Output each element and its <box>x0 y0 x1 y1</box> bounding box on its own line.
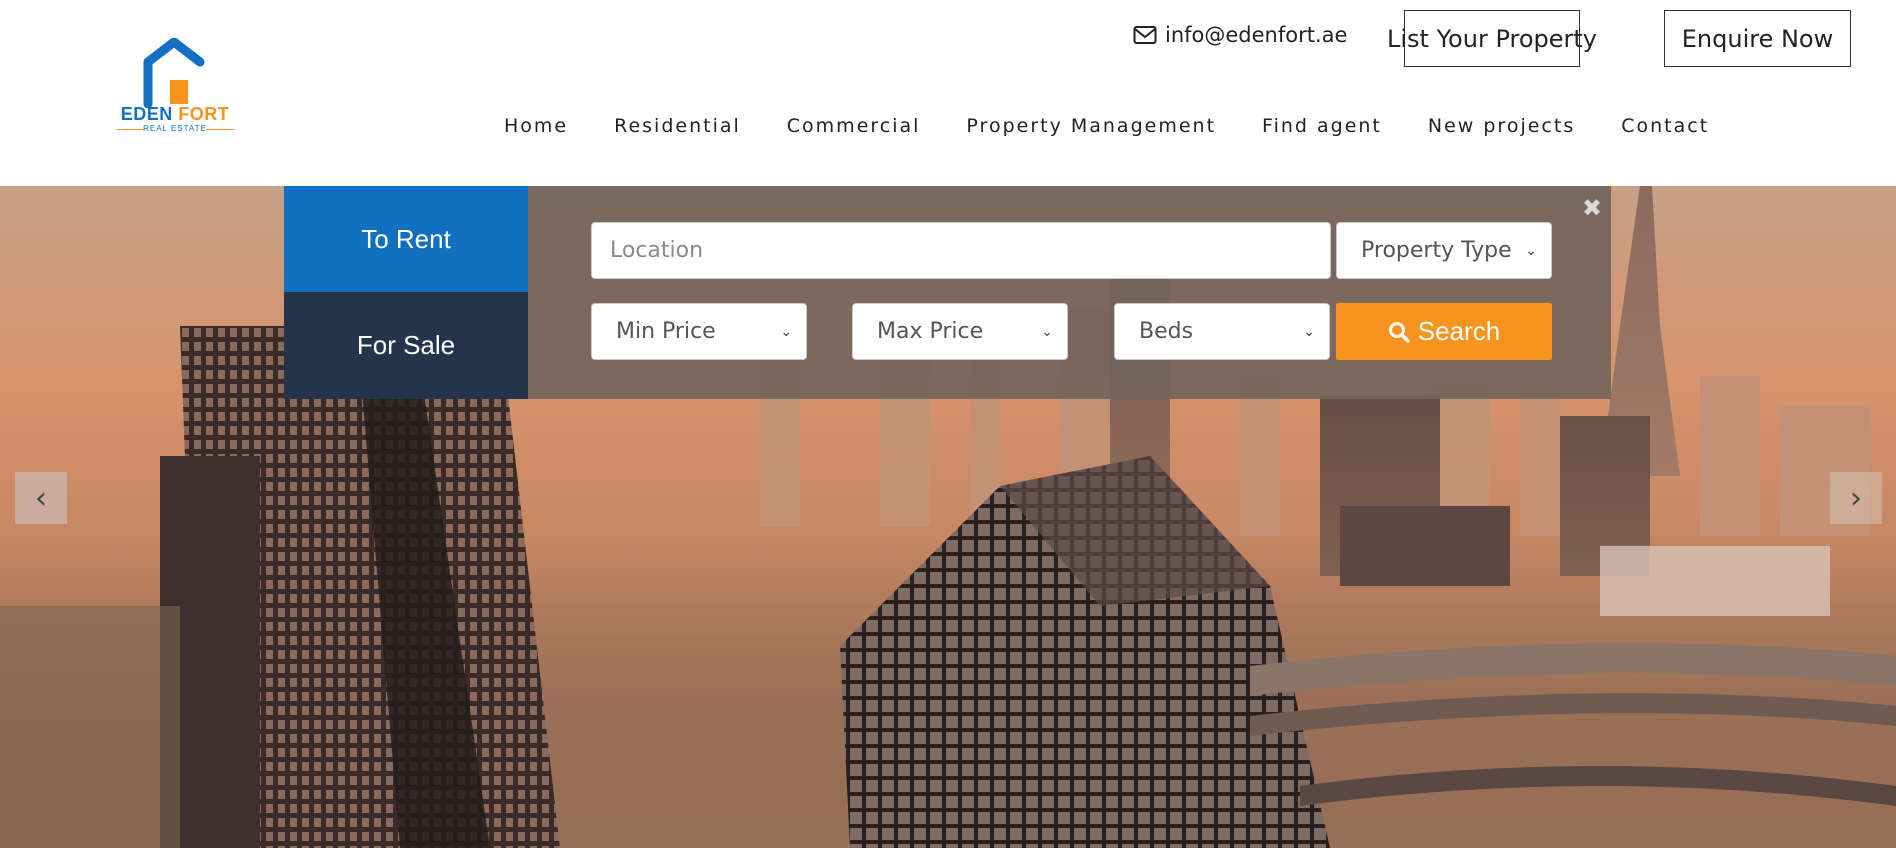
carousel-prev-button[interactable]: ‹ <box>15 472 67 524</box>
chevron-down-icon: ⌄ <box>1525 242 1537 259</box>
chevron-right-icon: › <box>1850 480 1862 516</box>
chevron-left-icon: ‹ <box>35 480 47 516</box>
search-form: Location Property Type ⌄ Min Price ⌄ Max… <box>284 186 1611 399</box>
search-form-background <box>528 186 1611 399</box>
main-nav: Home Residential Commercial Property Man… <box>504 108 1709 144</box>
min-price-value: Min Price <box>616 319 716 344</box>
site-header: EDEN FORT REAL ESTATE info@edenfort.ae L… <box>0 0 1896 186</box>
property-search-panel: To Rent For Sale Location Property Type … <box>284 186 1611 399</box>
property-type-value: Property Type <box>1361 238 1512 263</box>
nav-item-residential[interactable]: Residential <box>614 108 741 144</box>
logo-word-eden: EDEN <box>120 104 173 124</box>
min-price-select[interactable]: Min Price ⌄ <box>591 303 807 360</box>
search-button-label: Search <box>1417 316 1501 346</box>
logo-word-fort: FORT <box>178 104 230 124</box>
close-icon[interactable]: ✖ <box>1580 194 1604 222</box>
beds-value: Beds <box>1139 319 1194 344</box>
contact-email[interactable]: info@edenfort.ae <box>1133 20 1347 50</box>
location-placeholder: Location <box>610 238 704 263</box>
contact-email-text: info@edenfort.ae <box>1165 23 1348 47</box>
enquire-now-button[interactable]: Enquire Now <box>1664 10 1851 67</box>
eden-fort-logo[interactable]: EDEN FORT REAL ESTATE <box>112 38 248 138</box>
house-logo-icon <box>143 38 205 108</box>
location-input[interactable]: Location <box>591 222 1331 279</box>
nav-item-contact[interactable]: Contact <box>1621 108 1709 144</box>
property-type-select[interactable]: Property Type ⌄ <box>1336 222 1552 279</box>
max-price-value: Max Price <box>877 319 984 344</box>
search-icon <box>1388 321 1410 343</box>
max-price-select[interactable]: Max Price ⌄ <box>852 303 1068 360</box>
search-button[interactable]: Search <box>1336 303 1552 360</box>
list-property-button[interactable]: List Your Property <box>1387 10 1597 67</box>
beds-select[interactable]: Beds ⌄ <box>1114 303 1330 360</box>
nav-item-home[interactable]: Home <box>504 108 568 144</box>
logo-rule-right <box>206 129 234 130</box>
nav-item-new-projects[interactable]: New projects <box>1428 108 1575 144</box>
chevron-down-icon: ⌄ <box>1041 323 1053 340</box>
nav-item-commercial[interactable]: Commercial <box>787 108 921 144</box>
carousel-next-button[interactable]: › <box>1830 472 1882 524</box>
nav-item-property-management[interactable]: Property Management <box>966 108 1216 144</box>
logo-wordmark: EDEN FORT <box>112 104 238 125</box>
nav-item-find-agent[interactable]: Find agent <box>1262 108 1382 144</box>
envelope-icon <box>1133 26 1157 44</box>
chevron-down-icon: ⌄ <box>1303 323 1315 340</box>
chevron-down-icon: ⌄ <box>780 323 792 340</box>
